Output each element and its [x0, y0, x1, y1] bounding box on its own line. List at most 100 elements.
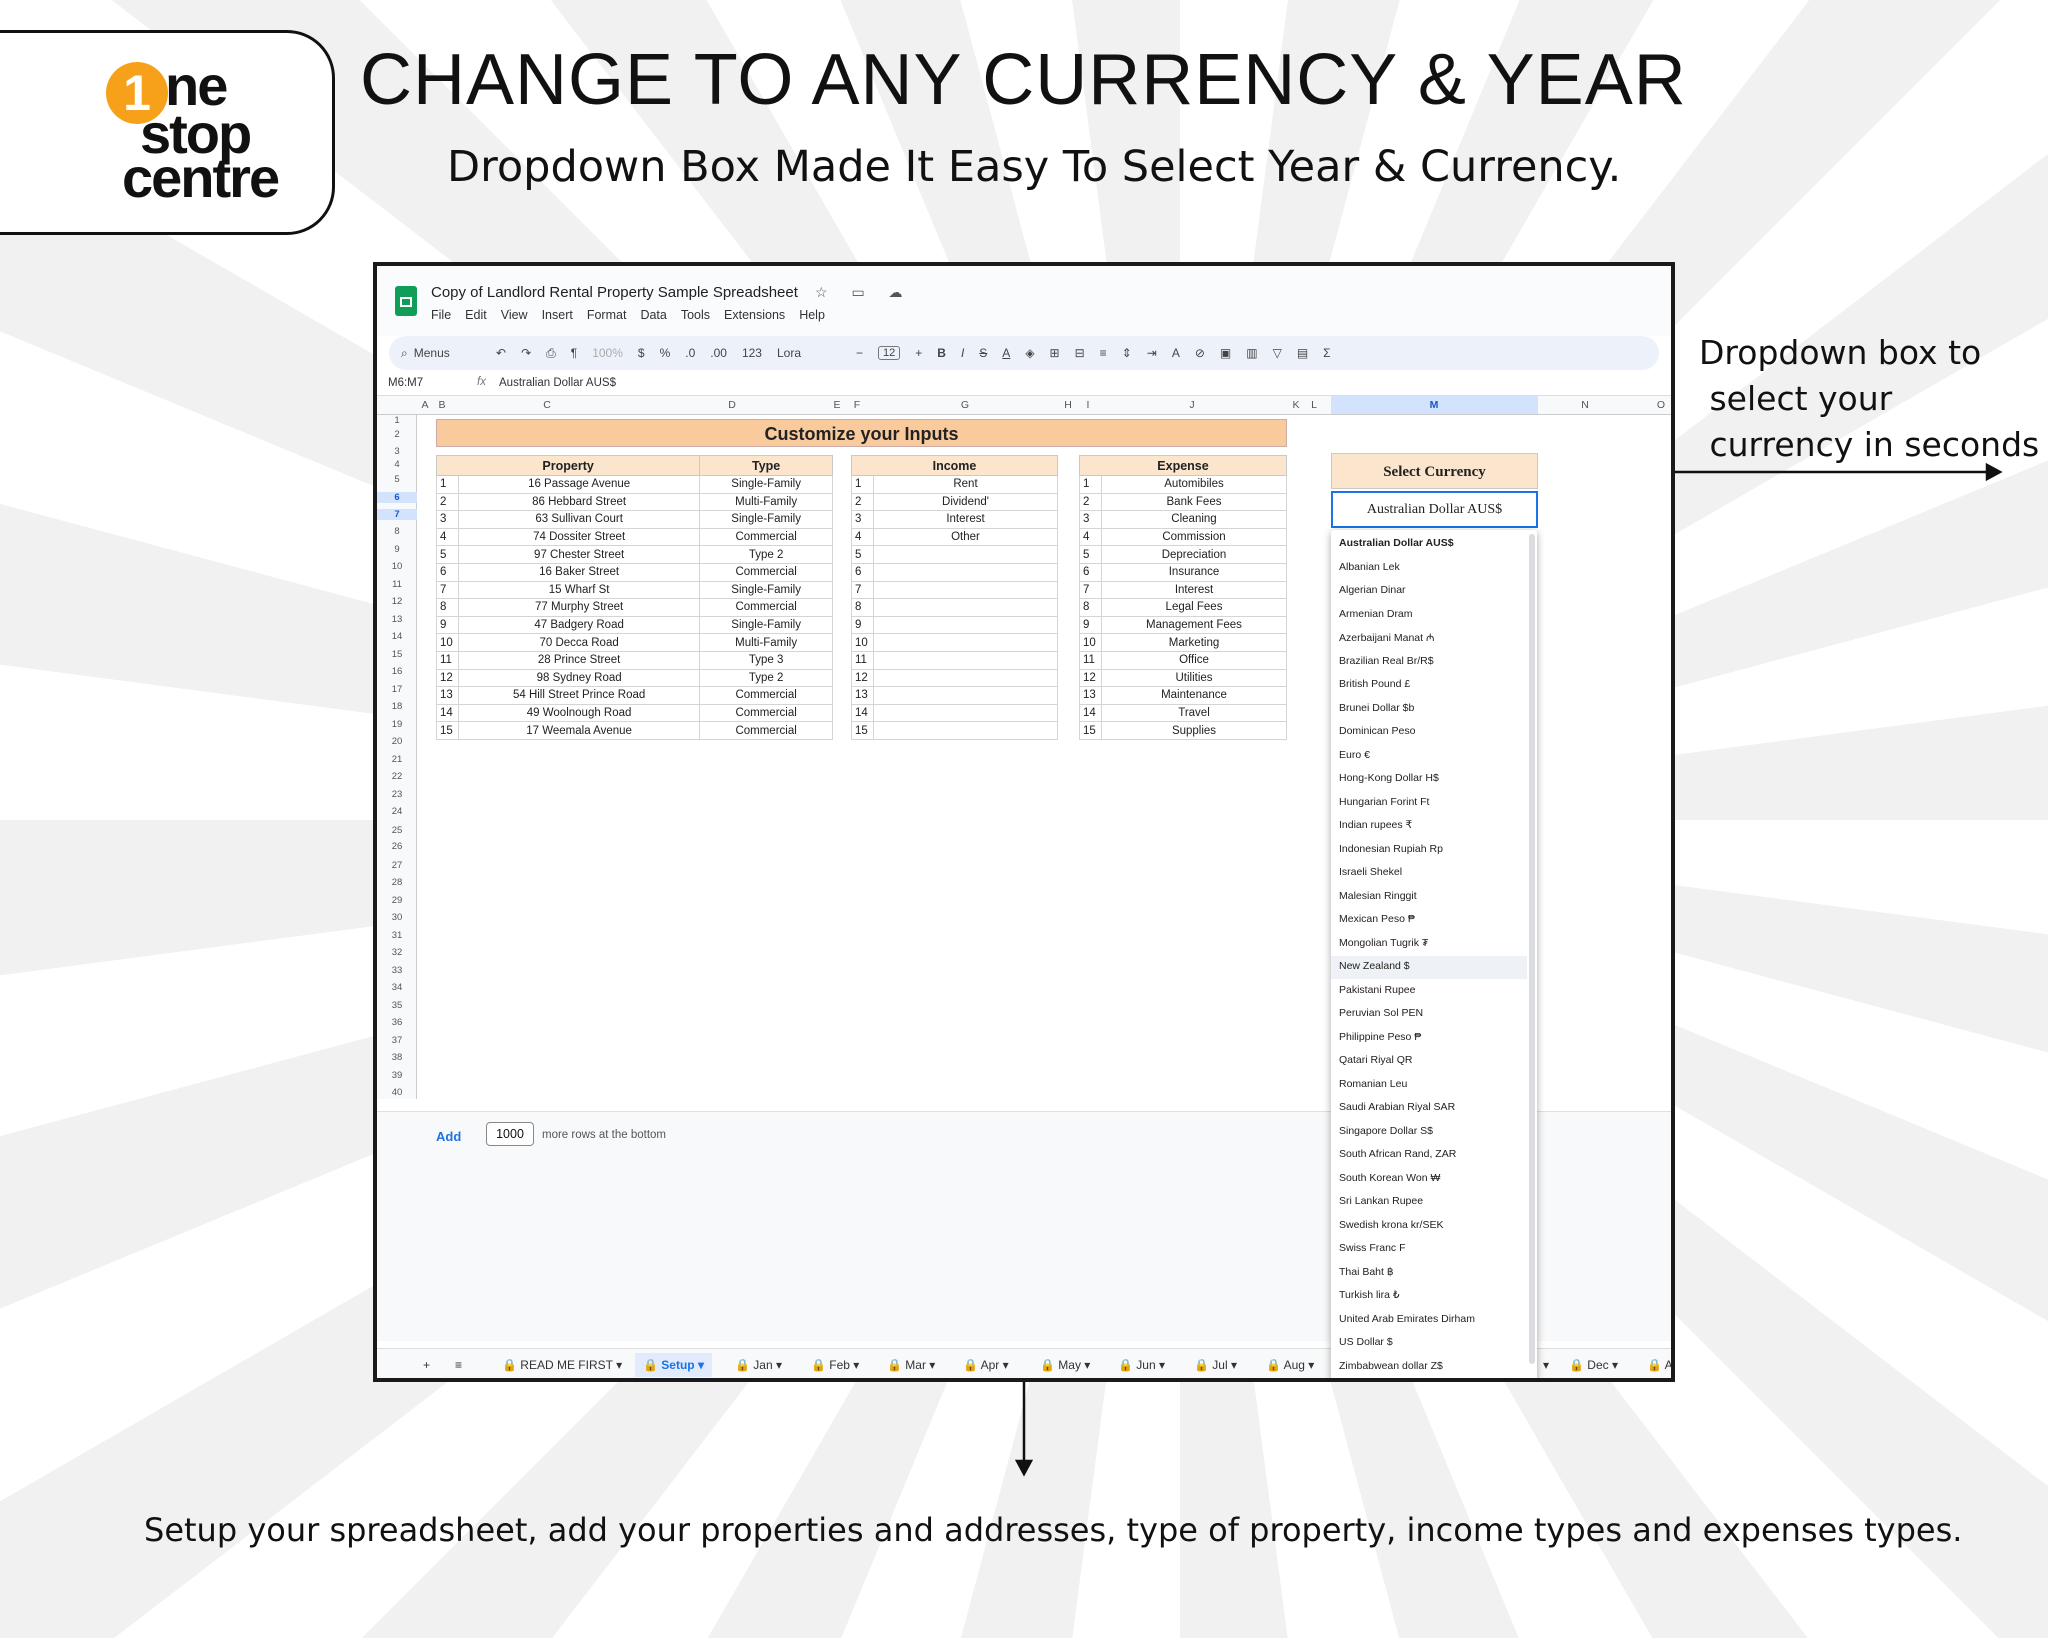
decrease-decimal-button[interactable]: .0 [685, 346, 695, 360]
property-type[interactable]: Single-Family [699, 475, 833, 494]
row-number[interactable]: 2 [1079, 492, 1102, 512]
currency-option[interactable]: Azerbaijani Manat ₼ [1339, 631, 1434, 645]
property-type[interactable]: Commercial [699, 686, 833, 705]
row-number[interactable]: 10 [436, 633, 459, 652]
column-header-h[interactable]: H [1064, 399, 1072, 411]
income-type[interactable] [873, 721, 1058, 740]
currency-option[interactable]: Turkish lira ₺ [1339, 1289, 1400, 1301]
row-number[interactable]: 7 [436, 580, 459, 600]
row-number[interactable]: 4 [851, 527, 874, 547]
print-icon[interactable]: ⎙ [546, 346, 556, 361]
font-size-input[interactable]: 12 [878, 346, 901, 360]
currency-option[interactable]: Romanian Leu [1339, 1078, 1407, 1090]
menu-edit[interactable]: Edit [465, 308, 487, 322]
currency-option[interactable]: Swiss Franc F [1339, 1242, 1406, 1254]
row-header[interactable]: 28 [377, 877, 417, 888]
tab-setup[interactable]: 🔒 Setup ▾ [635, 1353, 712, 1377]
row-number[interactable]: 1 [851, 475, 874, 494]
row-header[interactable]: 9 [377, 544, 417, 555]
menu-search[interactable]: ⌕ Menus [401, 346, 481, 361]
text-color-icon[interactable]: A [1002, 346, 1010, 360]
expense-type[interactable]: Marketing [1101, 633, 1287, 652]
property-address[interactable]: 70 Decca Road [457, 633, 701, 652]
property-type[interactable]: Single-Family [699, 510, 833, 529]
column-header-b[interactable]: B [438, 399, 445, 411]
row-header[interactable]: 16 [377, 666, 417, 677]
expense-type[interactable]: Utilities [1101, 668, 1287, 688]
income-type[interactable]: Dividend' [873, 492, 1058, 512]
align-icon[interactable]: ≡ [1100, 346, 1107, 360]
row-header[interactable]: 27 [377, 860, 417, 871]
row-header[interactable]: 17 [377, 684, 417, 695]
row-header[interactable]: 31 [377, 930, 417, 941]
property-type[interactable]: Commercial [699, 562, 833, 582]
income-type[interactable] [873, 703, 1058, 723]
row-number[interactable]: 5 [851, 545, 874, 564]
row-header[interactable]: 19 [377, 719, 417, 730]
menu-tools[interactable]: Tools [681, 308, 710, 322]
currency-option[interactable]: US Dollar $ [1339, 1336, 1393, 1348]
row-header[interactable]: 4 [377, 459, 417, 470]
row-header[interactable]: 29 [377, 895, 417, 906]
row-number[interactable]: 8 [436, 598, 459, 617]
column-header-i[interactable]: I [1087, 399, 1090, 411]
property-type[interactable]: Commercial [699, 703, 833, 723]
row-number[interactable]: 6 [851, 562, 874, 582]
row-header[interactable]: 33 [377, 965, 417, 976]
property-address[interactable]: 86 Hebbard Street [457, 492, 701, 512]
property-type[interactable]: Type 2 [699, 545, 833, 564]
filter-views-icon[interactable]: ▤ [1297, 346, 1308, 360]
column-header-f[interactable]: F [854, 399, 860, 411]
row-header[interactable]: 35 [377, 1000, 417, 1011]
property-address[interactable]: 97 Chester Street [457, 545, 701, 564]
redo-icon[interactable]: ↷ [521, 346, 531, 360]
tab-jan[interactable]: 🔒 Jan ▾ [735, 1358, 782, 1372]
row-header[interactable]: 6 [377, 491, 417, 503]
row-header[interactable]: 2 [377, 429, 417, 440]
all-sheets-button[interactable]: ≡ [455, 1358, 462, 1372]
row-header[interactable]: 26 [377, 841, 417, 852]
row-number[interactable]: 13 [851, 686, 874, 705]
property-type[interactable]: Commercial [699, 721, 833, 740]
row-number[interactable]: 9 [1079, 615, 1102, 635]
expense-type[interactable]: Travel [1101, 703, 1287, 723]
row-header[interactable]: 5 [377, 474, 417, 485]
property-type[interactable]: Multi-Family [699, 492, 833, 512]
document-title[interactable]: Copy of Landlord Rental Property Sample … [431, 284, 798, 301]
column-header-j[interactable]: J [1189, 399, 1194, 411]
row-header[interactable]: 37 [377, 1035, 417, 1046]
income-type[interactable]: Other [873, 527, 1058, 547]
text-wrap-icon[interactable]: ⇥ [1147, 346, 1157, 360]
formula-input[interactable]: Australian Dollar AUS$ [499, 377, 616, 389]
income-type[interactable] [873, 545, 1058, 564]
row-header[interactable]: 15 [377, 649, 417, 660]
add-sheet-button[interactable]: + [423, 1358, 430, 1372]
property-type[interactable]: Commercial [699, 598, 833, 617]
row-number[interactable]: 6 [436, 562, 459, 582]
filter-icon[interactable]: ▽ [1273, 346, 1282, 360]
row-number[interactable]: 13 [436, 686, 459, 705]
row-number[interactable]: 10 [851, 633, 874, 652]
column-header-o[interactable]: O [1657, 399, 1665, 411]
currency-option[interactable]: United Arab Emirates Dirham [1339, 1313, 1475, 1325]
currency-option[interactable]: Algerian Dinar [1339, 584, 1406, 596]
row-number[interactable]: 4 [436, 527, 459, 547]
row-number[interactable]: 3 [851, 510, 874, 529]
row-number[interactable]: 15 [851, 721, 874, 740]
menu-extensions[interactable]: Extensions [724, 308, 785, 322]
percent-format-button[interactable]: % [660, 346, 671, 360]
comment-icon[interactable]: ▣ [1220, 346, 1231, 360]
row-header[interactable]: 14 [377, 631, 417, 642]
property-address[interactable]: 17 Weemala Avenue [457, 721, 701, 740]
currency-select-cell[interactable]: Australian Dollar AUS$ [1331, 491, 1538, 528]
property-address[interactable]: 63 Sullivan Court [457, 510, 701, 529]
row-number[interactable]: 14 [436, 703, 459, 723]
row-number[interactable]: 14 [1079, 703, 1102, 723]
column-header-l[interactable]: L [1311, 399, 1317, 411]
row-number[interactable]: 12 [1079, 668, 1102, 688]
currency-option[interactable]: Saudi Arabian Riyal SAR [1339, 1101, 1455, 1113]
row-header[interactable]: 7 [377, 508, 417, 520]
expense-header[interactable]: Expense [1079, 455, 1287, 476]
tab-jun[interactable]: 🔒 Jun ▾ [1118, 1358, 1165, 1372]
income-type[interactable] [873, 562, 1058, 582]
